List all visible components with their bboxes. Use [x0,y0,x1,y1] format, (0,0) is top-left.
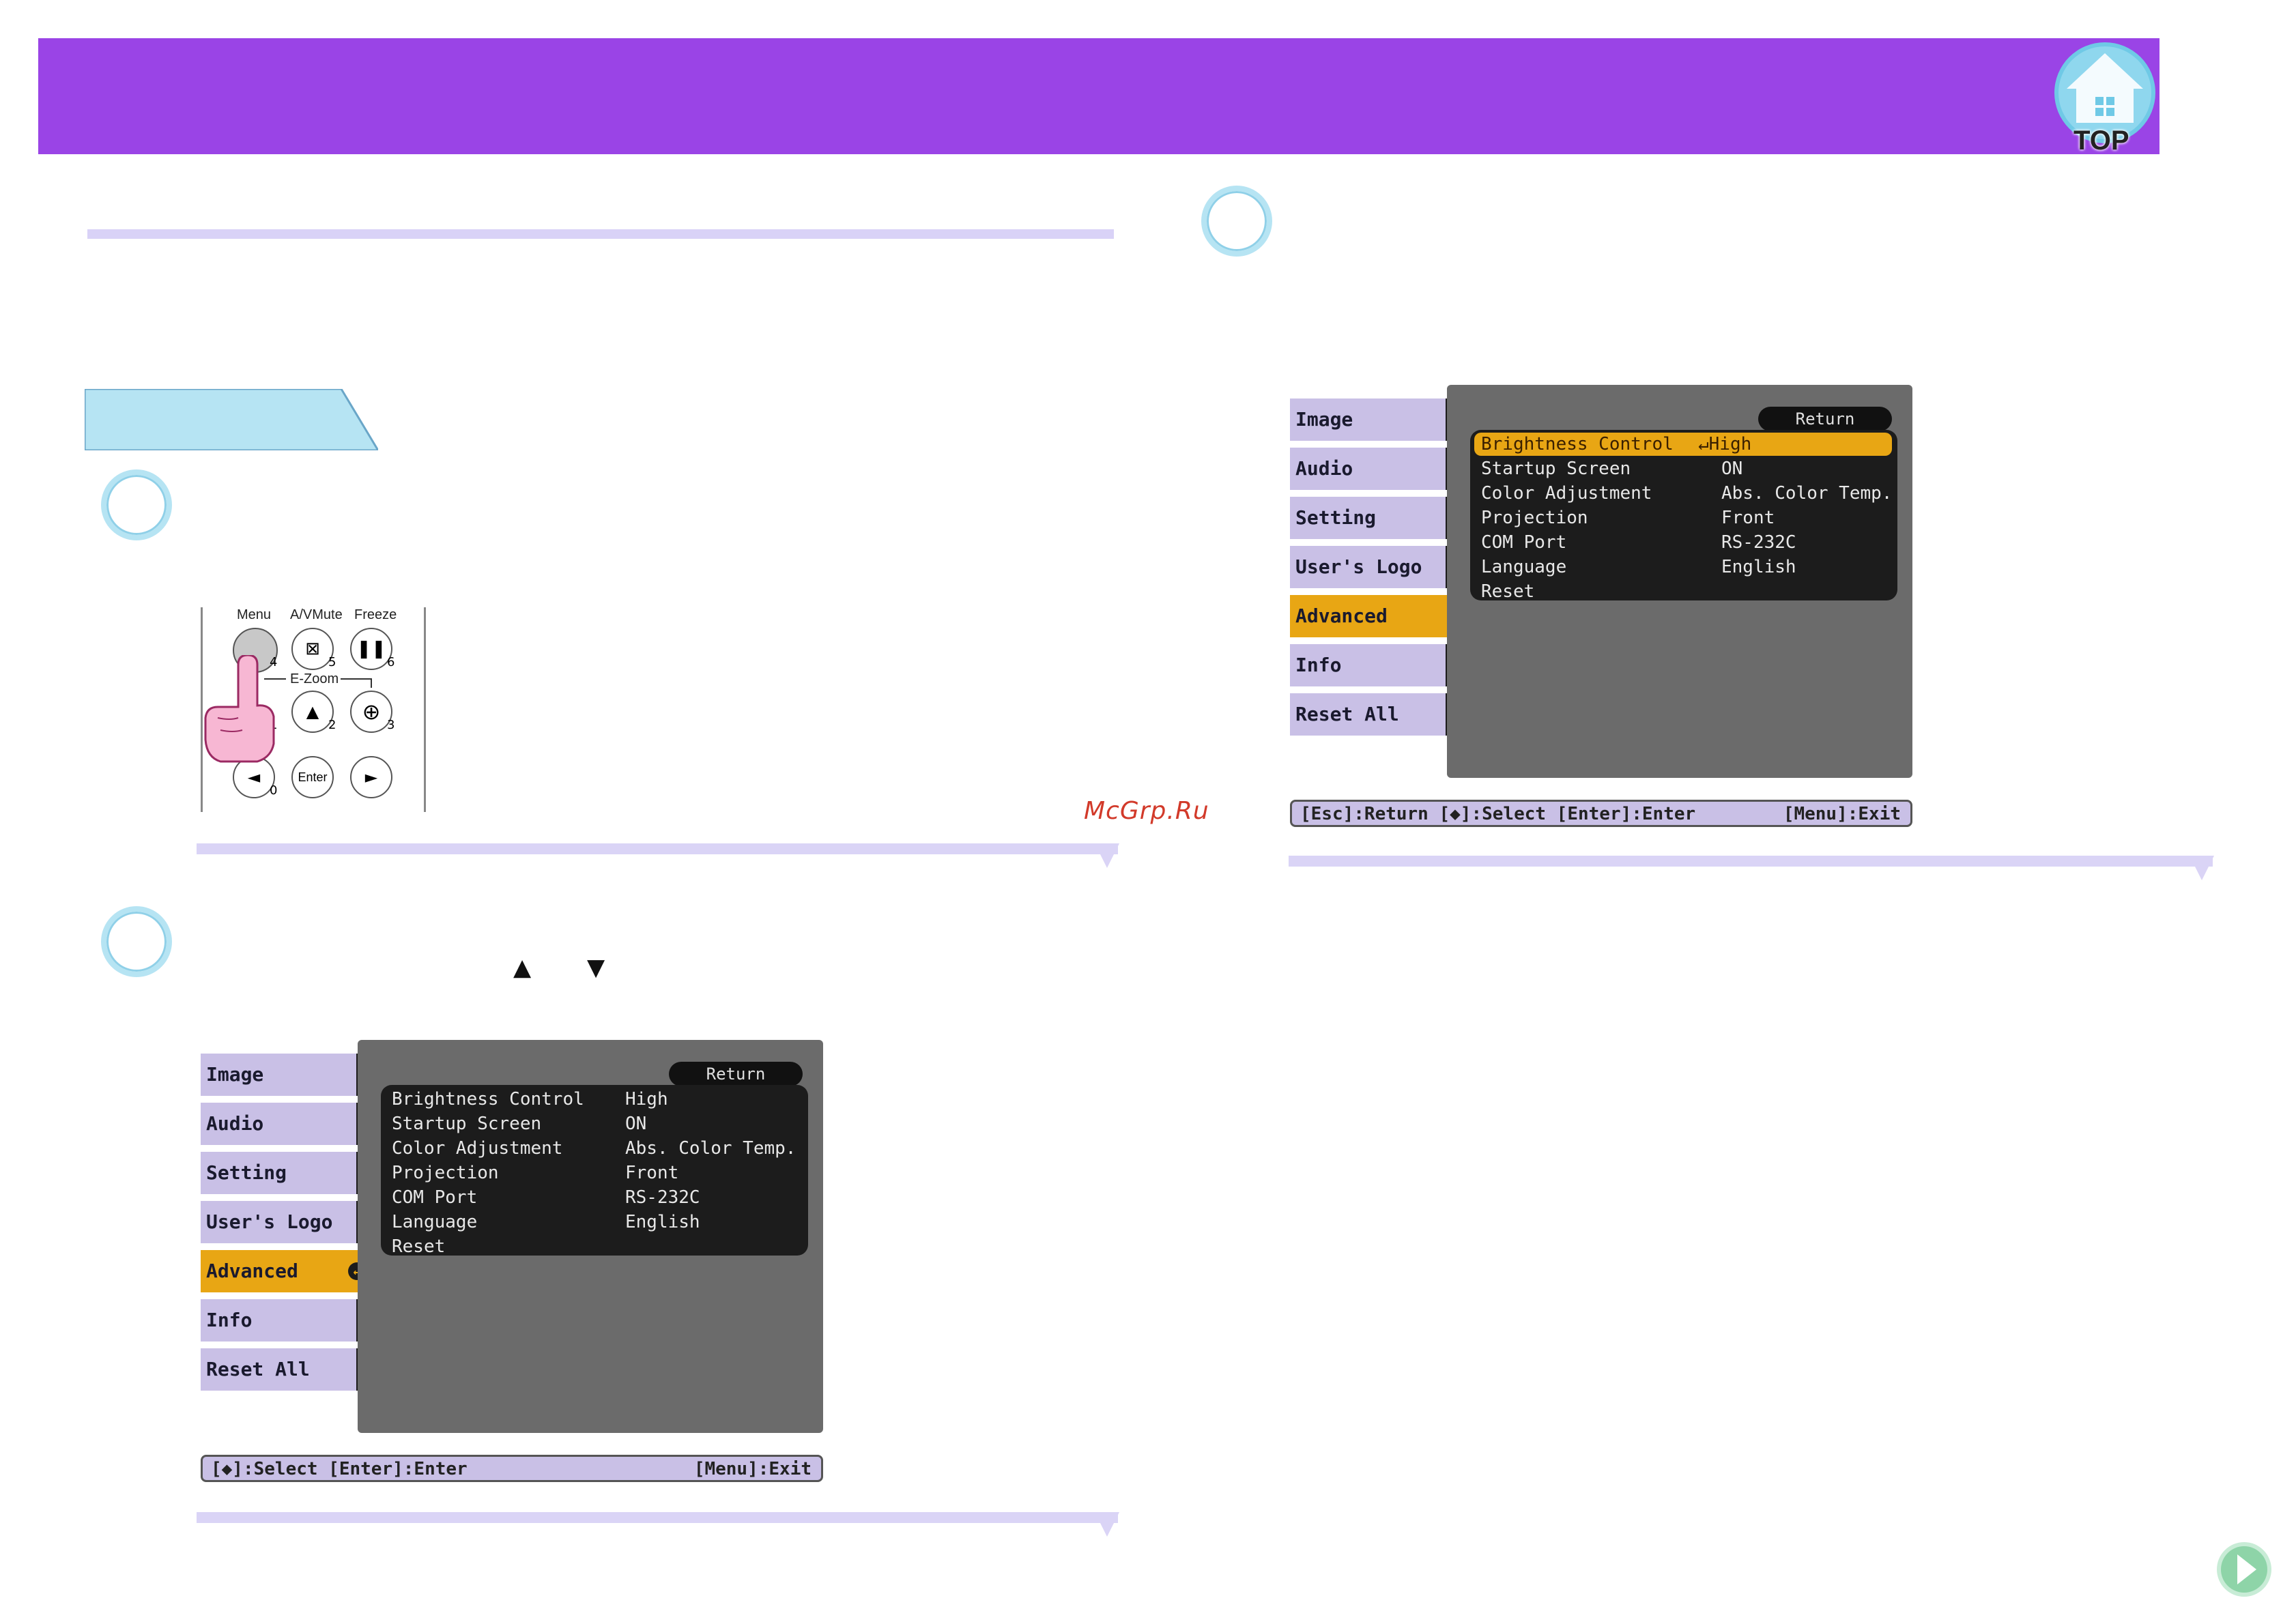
divider-ribbon-2-tip [1095,1512,1119,1537]
menu2-tab-reset-all[interactable]: Reset All [1290,693,1446,736]
key-number-2: 2 [328,718,336,732]
top-label: TOP [2073,126,2129,156]
menu1-return-button[interactable]: Return [669,1062,803,1086]
avmute-key-label: A/VMute [290,607,343,622]
menu2-brightness-value: ↵High [1698,434,1752,454]
menu2-row-startup[interactable]: Startup Screen ON [1481,457,1891,480]
menu1-tab-setting[interactable]: Setting [201,1152,356,1194]
menu2-status-bar: [Esc]:Return [◆]:Select [Enter]:Enter [M… [1290,800,1912,827]
menu-key-label: Menu [237,607,272,622]
menu1-row-language[interactable]: Language English [392,1210,801,1234]
menu1-row-projection[interactable]: Projection Front [392,1161,801,1185]
divider-ribbon-3-tip [2190,856,2214,880]
menu2-row-language[interactable]: Language English [1481,555,1891,579]
freeze-key-label: Freeze [354,607,397,622]
enter-symbol-icon: ↵ [1698,434,1709,454]
step-circle-3 [1201,186,1272,257]
menu2-status-left: [Esc]:Return [◆]:Select [Enter]:Enter [1300,804,1696,824]
menu2-tab-audio[interactable]: Audio [1290,448,1446,490]
pointing-hand-icon [204,655,275,763]
divider-ribbon-3 [1289,856,2213,867]
key-number-6: 6 [387,655,395,669]
menu1-row-com-port[interactable]: COM Port RS-232C [392,1186,801,1209]
avmute-icon: ⊠ [305,639,320,659]
left-arrow-icon: ◄ [247,768,261,787]
remote-illustration: Menu A/VMute Freeze ⊠ ❚❚ 4 5 6 E-Zoom ▲ … [201,607,426,812]
up-arrow-icon: ▲ [306,702,319,721]
menu1-status-left: [◆]:Select [Enter]:Enter [211,1459,468,1479]
menu2-row-com-port[interactable]: COM Port RS-232C [1481,531,1891,554]
key-number-0: 0 [270,783,278,798]
menu1-status-right: [Menu]:Exit [693,1459,812,1479]
menu2-row-projection[interactable]: Projection Front [1481,506,1891,530]
menu1-tab-reset-all[interactable]: Reset All [201,1348,356,1391]
divider-ribbon-1 [197,843,1118,854]
divider-ribbon-2 [197,1512,1118,1523]
divider-ribbon-1-tip [1095,843,1119,868]
menu1-tab-info[interactable]: Info [201,1299,356,1342]
menu2-tab-advanced[interactable]: Advanced [1290,595,1459,637]
procedure-tab [85,389,378,450]
up-arrow-glyph: ▲ [513,954,532,981]
key-number-5: 5 [328,655,336,669]
watermark: McGrp.Ru [1084,797,1209,825]
menu2-tab-users-logo[interactable]: User's Logo [1290,546,1446,588]
menu1-tab-users-logo[interactable]: User's Logo [201,1201,356,1243]
right-key[interactable]: ► [350,756,392,798]
enter-key[interactable]: Enter [291,756,334,798]
header-bar [38,38,2159,154]
zoom-in-key[interactable]: ⊕ [350,691,392,733]
next-arrow-icon[interactable] [2214,1539,2274,1599]
section-rule-left [87,229,1114,239]
right-arrow-icon: ► [364,768,378,787]
menu2-tab-image[interactable]: Image [1290,398,1446,441]
key-number-3: 3 [387,718,395,732]
menu1-tab-audio[interactable]: Audio [201,1103,356,1145]
down-arrow-glyph: ▼ [587,954,605,981]
menu1-row-brightness[interactable]: Brightness Control High [392,1088,801,1111]
ezoom-bracket-right [341,678,372,688]
menu1-tab-image[interactable]: Image [201,1054,356,1096]
menu1-row-startup[interactable]: Startup Screen ON [392,1112,801,1135]
menu2-row-color[interactable]: Color Adjustment Abs. Color Temp. [1481,482,1892,505]
menu2-row-brightness[interactable]: Brightness Control ↵High [1474,433,1892,456]
ezoom-label: E-Zoom [290,671,339,686]
top-button[interactable]: TOP [2052,41,2158,156]
menu1-tab-advanced[interactable]: Advanced ↵ [201,1250,370,1292]
menu2-row-reset[interactable]: Reset [1481,580,1891,603]
freeze-key[interactable]: ❚❚ [350,628,392,670]
step-circle-2 [101,906,172,977]
menu1-status-bar: [◆]:Select [Enter]:Enter [Menu]:Exit [201,1455,823,1482]
menu-screenshot-1: Image Audio Setting User's Logo Advanced… [201,1040,823,1482]
zoom-in-icon: ⊕ [362,699,381,725]
enter-key-label: Enter [298,770,328,784]
up-key[interactable]: ▲ [291,691,334,733]
menu2-tab-setting[interactable]: Setting [1290,497,1446,539]
pause-icon: ❚❚ [356,639,386,659]
menu1-row-reset[interactable]: Reset [392,1235,801,1258]
avmute-key[interactable]: ⊠ [291,628,334,670]
menu2-tab-info[interactable]: Info [1290,644,1446,686]
menu1-row-color[interactable]: Color Adjustment Abs. Color Temp. [392,1137,801,1160]
step-circle-1 [101,469,172,540]
menu-screenshot-2: Image Audio Setting User's Logo Advanced… [1290,385,1912,827]
menu2-return-button[interactable]: Return [1758,407,1892,431]
menu2-status-right: [Menu]:Exit [1783,804,1901,824]
